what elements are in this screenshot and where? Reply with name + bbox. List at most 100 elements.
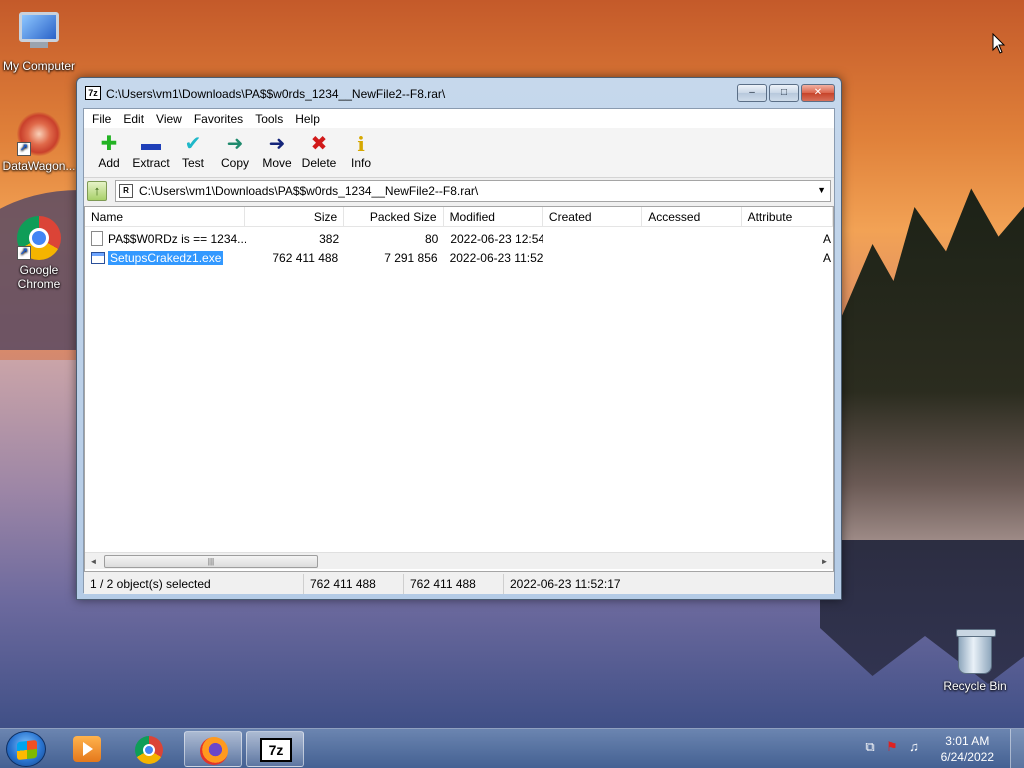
volume-icon[interactable]: ♫	[906, 739, 922, 755]
shortcut-arrow-icon: ↗	[17, 142, 31, 156]
datawagon-icon: ↗	[17, 112, 61, 156]
delete-icon: ✖	[310, 133, 328, 155]
file-packed-size: 7 291 856	[384, 250, 438, 265]
firefox-icon	[200, 737, 228, 765]
info-button[interactable]: i Info	[340, 133, 382, 170]
list-header: Name Size Packed Size Modified Created A…	[85, 207, 833, 227]
column-name[interactable]: Name	[85, 207, 245, 226]
menu-favorites[interactable]: Favorites	[188, 112, 249, 126]
column-created[interactable]: Created	[543, 207, 643, 226]
status-packed: 762 411 488	[404, 574, 504, 594]
column-size[interactable]: Size	[245, 207, 345, 226]
computer-icon	[17, 12, 61, 56]
address-path[interactable]: C:\Users\vm1\Downloads\PA$$w0rds_1234__N…	[139, 184, 478, 198]
extract-label: Extract	[132, 156, 170, 170]
desktop-icon-my-computer[interactable]: My Computer	[0, 8, 78, 73]
table-row[interactable]: PA$$W0RDz is == 1234... 382 80 2022-06-2…	[85, 229, 833, 248]
7zip-app-icon: 7z	[85, 86, 101, 100]
file-size: 762 411 488	[272, 250, 339, 265]
start-button[interactable]	[6, 731, 46, 767]
media-player-icon	[73, 736, 101, 762]
desktop-icon-label: Google Chrome	[17, 263, 61, 291]
title-bar[interactable]: 7z C:\Users\vm1\Downloads\PA$$w0rds_1234…	[77, 78, 841, 108]
menu-edit[interactable]: Edit	[117, 112, 150, 126]
mouse-cursor-icon	[992, 33, 1006, 54]
file-modified: 2022-06-23 12:54	[450, 231, 544, 246]
file-name: SetupsCrakedz1.exe	[108, 250, 224, 265]
test-icon: ✔	[184, 133, 202, 155]
test-button[interactable]: ✔ Test	[172, 133, 214, 170]
7zip-icon: 7z	[260, 738, 292, 762]
column-modified[interactable]: Modified	[444, 207, 543, 226]
desktop-icon-label: My Computer	[2, 59, 76, 73]
menu-help[interactable]: Help	[289, 112, 326, 126]
column-packed-size[interactable]: Packed Size	[344, 207, 444, 226]
chevron-down-icon[interactable]: ▼	[817, 185, 826, 195]
window-client: File Edit View Favorites Tools Help ✚ Ad…	[83, 108, 835, 594]
clock[interactable]: 3:01 AM 6/24/2022	[941, 733, 994, 765]
desktop-icon-recycle-bin[interactable]: Recycle Bin	[936, 629, 1014, 693]
menu-tools[interactable]: Tools	[249, 112, 289, 126]
status-size: 762 411 488	[304, 574, 404, 594]
file-attributes: A	[823, 250, 832, 265]
info-label: Info	[350, 156, 371, 170]
column-attributes[interactable]: Attribute	[742, 207, 833, 226]
delete-button[interactable]: ✖ Delete	[298, 133, 340, 170]
add-button[interactable]: ✚ Add	[88, 133, 130, 170]
folder-up-button[interactable]: ↑	[87, 181, 107, 201]
copy-icon: ➜	[226, 133, 244, 155]
scroll-left-arrow-icon[interactable]: ◄	[85, 553, 102, 570]
menu-bar: File Edit View Favorites Tools Help	[84, 109, 834, 128]
taskbar-media-player[interactable]	[58, 731, 116, 767]
add-label: Add	[98, 156, 120, 170]
text-file-icon	[91, 231, 103, 246]
menu-view[interactable]: View	[150, 112, 188, 126]
status-modified: 2022-06-23 11:52:17	[510, 577, 621, 591]
desktop-icon-label: DataWagon...	[2, 159, 76, 173]
info-icon: i	[357, 132, 365, 156]
scroll-right-arrow-icon[interactable]: ►	[816, 553, 833, 570]
horizontal-scrollbar[interactable]: ◄ ||| ►	[85, 552, 833, 569]
copy-button[interactable]: ➜ Copy	[214, 133, 256, 170]
status-selection: 1 / 2 object(s) selected	[84, 574, 304, 594]
file-modified: 2022-06-23 11:52	[449, 250, 543, 265]
minimize-button[interactable]: –	[737, 84, 767, 102]
file-attributes: A	[822, 231, 831, 246]
close-button[interactable]: ✕	[801, 84, 835, 102]
column-accessed[interactable]: Accessed	[642, 207, 742, 226]
desktop-icon-google-chrome[interactable]: ↗ Google Chrome	[0, 216, 78, 291]
move-button[interactable]: ➜ Move	[256, 133, 298, 170]
taskbar-chrome[interactable]	[120, 731, 178, 767]
toolbar: ✚ Add ▬ Extract ✔ Test ➜ Copy ➜ Move ✖ D…	[84, 128, 834, 178]
scroll-thumb[interactable]: |||	[104, 555, 318, 568]
extract-icon: ▬	[141, 133, 161, 155]
file-list[interactable]: Name Size Packed Size Modified Created A…	[84, 206, 834, 572]
chrome-icon	[135, 736, 163, 764]
table-row[interactable]: SetupsCrakedz1.exe 762 411 488 7 291 856…	[85, 248, 833, 267]
clock-time: 3:01 AM	[945, 734, 990, 748]
archive-window[interactable]: 7z C:\Users\vm1\Downloads\PA$$w0rds_1234…	[76, 77, 842, 600]
move-icon: ➜	[268, 133, 286, 155]
clock-date: 6/24/2022	[940, 750, 994, 764]
taskbar: 7z ⧉ ⚑ ♫ 3:01 AM 6/24/2022	[0, 728, 1024, 768]
recycle-bin-icon	[953, 629, 997, 676]
copy-label: Copy	[220, 156, 249, 170]
network-icon[interactable]: ⧉	[862, 739, 878, 755]
menu-file[interactable]: File	[86, 112, 117, 126]
action-center-flag-icon[interactable]: ⚑	[884, 739, 900, 755]
taskbar-7zip[interactable]: 7z	[246, 731, 304, 767]
file-packed-size: 80	[424, 231, 439, 246]
extract-button[interactable]: ▬ Extract	[130, 133, 172, 170]
move-label: Move	[262, 156, 292, 170]
show-desktop-button[interactable]	[1010, 729, 1024, 768]
address-field[interactable]: R C:\Users\vm1\Downloads\PA$$w0rds_1234_…	[115, 180, 831, 202]
address-bar: ↑ R C:\Users\vm1\Downloads\PA$$w0rds_123…	[84, 178, 834, 204]
shortcut-arrow-icon: ↗	[17, 246, 31, 260]
taskbar-firefox[interactable]	[184, 731, 242, 767]
test-label: Test	[181, 156, 204, 170]
system-tray: ⧉ ⚑ ♫	[862, 739, 922, 755]
windows-logo-icon	[17, 739, 37, 761]
desktop-icon-datawagon[interactable]: ↗ DataWagon...	[0, 112, 78, 173]
maximize-button[interactable]: □	[769, 84, 799, 102]
file-name: PA$$W0RDz is == 1234...	[108, 231, 246, 246]
